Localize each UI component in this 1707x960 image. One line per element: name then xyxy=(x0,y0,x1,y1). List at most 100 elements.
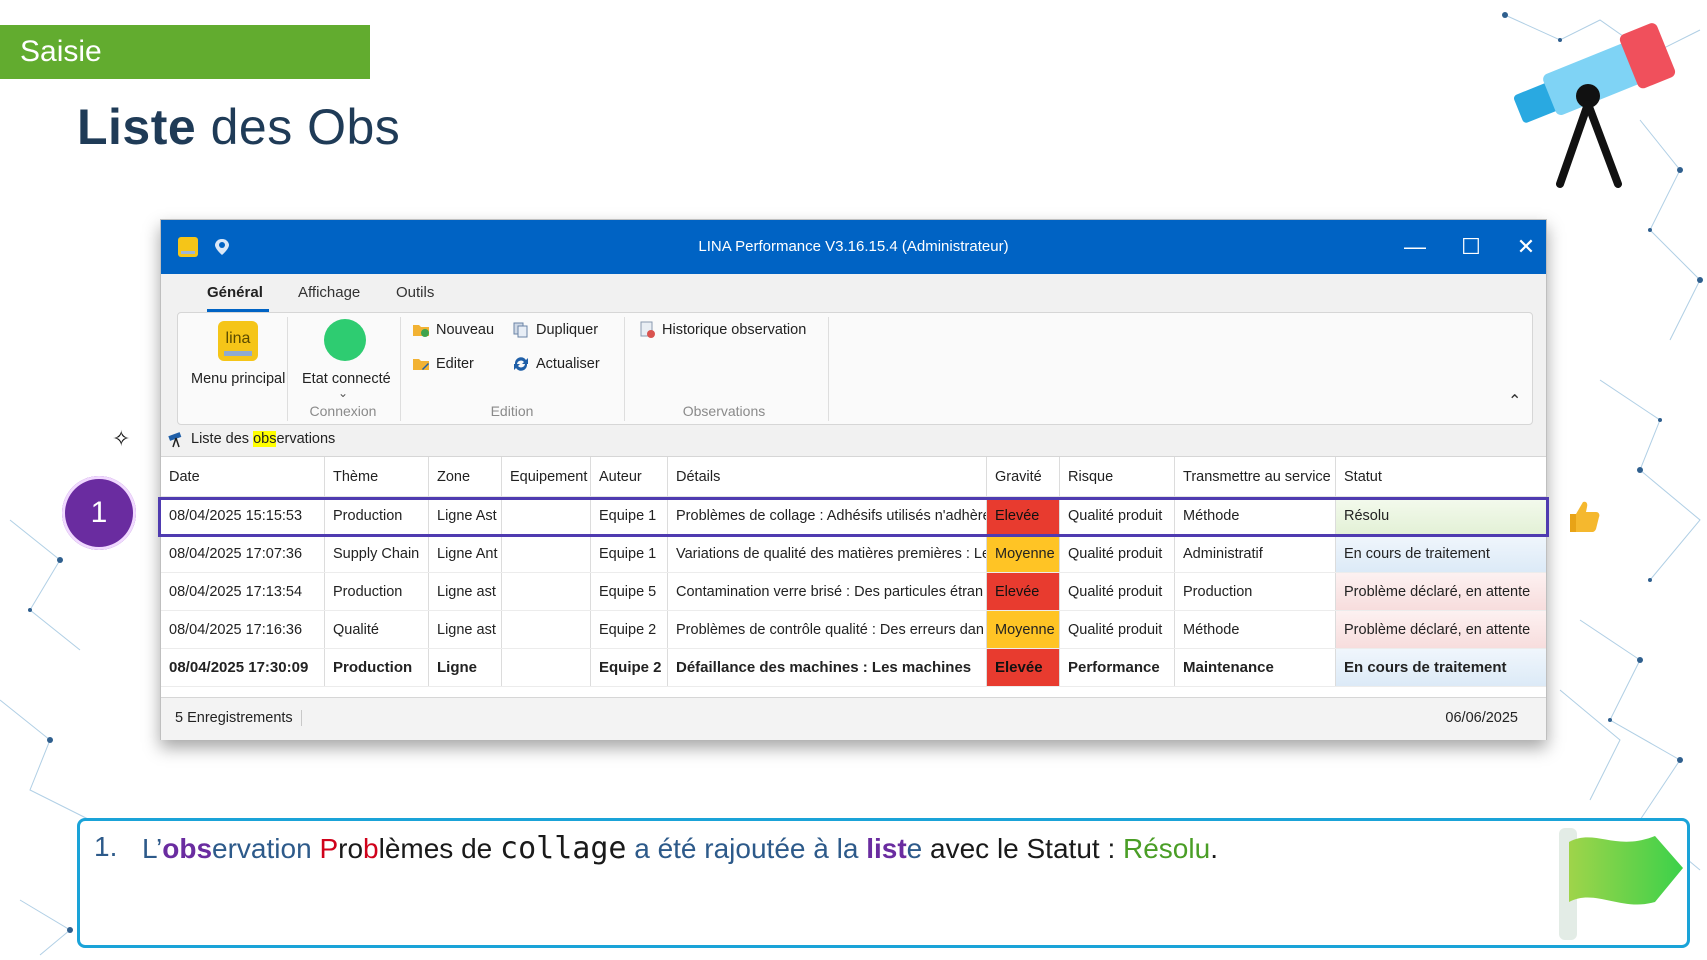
actualiser-button[interactable]: Actualiser xyxy=(512,355,600,373)
cell-date: 08/04/2025 17:13:54 xyxy=(161,573,325,610)
cell-theme: Production xyxy=(325,497,429,534)
cell-details: Défaillance des machines : Les machines xyxy=(668,649,987,686)
cell-service: Maintenance xyxy=(1175,649,1336,686)
thumbs-up-icon xyxy=(1570,501,1600,532)
col-header-equipement[interactable]: Equipement xyxy=(502,457,591,497)
group-label-connexion: Connexion xyxy=(309,403,377,419)
cell-details: Contamination verre brisé : Des particul… xyxy=(668,573,987,610)
dupliquer-label: Dupliquer xyxy=(536,322,599,338)
collapse-ribbon-button[interactable]: ⌃ xyxy=(1508,391,1521,411)
cell-equipement xyxy=(502,497,591,534)
editer-button[interactable]: Editer xyxy=(412,355,474,373)
observations-table: Date Thème Zone Equipement Auteur Détail… xyxy=(158,456,1549,693)
cell-theme: Production xyxy=(325,573,429,610)
tab-liste-observations[interactable]: Liste des observations xyxy=(167,428,335,450)
record-count: 5 Enregistrements xyxy=(175,710,302,726)
cell-risque: Qualité produit xyxy=(1060,497,1175,534)
col-header-statut[interactable]: Statut xyxy=(1336,457,1546,497)
slide-title: Liste des Obs xyxy=(77,99,401,155)
flag-icon xyxy=(1559,828,1683,940)
table-header-row: Date Thème Zone Equipement Auteur Détail… xyxy=(161,457,1546,497)
group-label-edition: Edition xyxy=(490,403,534,419)
tab-general[interactable]: Général xyxy=(207,284,263,301)
menu-principal-button[interactable]: Menu principal xyxy=(191,371,285,387)
cell-statut: Problème déclaré, en attente xyxy=(1336,611,1546,648)
nouveau-button[interactable]: Nouveau xyxy=(412,321,494,339)
historique-observation-button[interactable]: Historique observation xyxy=(638,321,806,339)
col-header-date[interactable]: Date xyxy=(161,457,325,497)
cell-zone: Ligne Ast xyxy=(429,497,502,534)
cell-date: 08/04/2025 17:07:36 xyxy=(161,535,325,572)
table-row[interactable]: 08/04/2025 17:13:54 Production Ligne ast… xyxy=(161,573,1546,611)
nouveau-label: Nouveau xyxy=(436,322,495,338)
section-tag: Saisie xyxy=(0,25,370,79)
app-window: LINA Performance V3.16.15.4 (Administrat… xyxy=(158,219,1549,740)
cell-statut: Résolu xyxy=(1336,497,1546,534)
cell-risque: Qualité produit xyxy=(1060,611,1175,648)
tab-outils[interactable]: Outils xyxy=(396,284,434,301)
lina-logo-icon[interactable]: lina xyxy=(216,319,260,363)
group-label-observations: Observations xyxy=(682,403,766,419)
col-header-risque[interactable]: Risque xyxy=(1060,457,1175,497)
editer-label: Editer xyxy=(436,356,474,372)
note-number: 1. xyxy=(94,831,118,862)
table-row[interactable]: 08/04/2025 17:07:36 Supply Chain Ligne A… xyxy=(161,535,1546,573)
col-header-auteur[interactable]: Auteur xyxy=(591,457,668,497)
cell-statut: En cours de traitement xyxy=(1336,535,1546,572)
connection-status-indicator xyxy=(324,319,366,361)
tab-affichage[interactable]: Affichage xyxy=(298,284,360,301)
cell-service: Administratif xyxy=(1175,535,1336,572)
cell-equipement xyxy=(502,535,591,572)
actualiser-label: Actualiser xyxy=(536,356,600,372)
cell-auteur: Equipe 1 xyxy=(591,535,668,572)
col-header-gravite[interactable]: Gravité xyxy=(987,457,1060,497)
cell-zone: Ligne ast xyxy=(429,611,502,648)
cell-details: Variations de qualité des matières premi… xyxy=(668,535,987,572)
cell-zone: Ligne ast xyxy=(429,573,502,610)
explanation-box: 1. L’observation Problèmes de collage a … xyxy=(77,818,1690,948)
cell-statut: En cours de traitement xyxy=(1336,649,1546,686)
telescope-icon xyxy=(1514,23,1676,188)
step-badge: 1 xyxy=(62,476,136,550)
title-bar: LINA Performance V3.16.15.4 (Administrat… xyxy=(161,220,1546,274)
note-text: L’observation Problèmes de collage a été… xyxy=(142,831,1218,866)
close-button[interactable]: ✕ xyxy=(1512,233,1540,261)
cell-gravite: Elevée xyxy=(987,649,1060,686)
logo-text: lina xyxy=(226,330,251,347)
chevron-down-icon[interactable]: ⌄ xyxy=(338,386,348,400)
col-header-service[interactable]: Transmettre au service xyxy=(1175,457,1336,497)
historique-label: Historique observation xyxy=(662,322,807,338)
table-row[interactable]: 08/04/2025 17:16:36 Qualité Ligne ast Eq… xyxy=(161,611,1546,649)
cell-auteur: Equipe 2 xyxy=(591,611,668,648)
list-tab-label: Liste des observations xyxy=(191,431,336,447)
col-header-details[interactable]: Détails xyxy=(668,457,987,497)
cell-theme: Supply Chain xyxy=(325,535,429,572)
cell-auteur: Equipe 5 xyxy=(591,573,668,610)
cell-details: Problèmes de collage : Adhésifs utilisés… xyxy=(668,497,987,534)
table-row[interactable]: 08/04/2025 17:30:09 Production Ligne Equ… xyxy=(161,649,1546,687)
window-title: LINA Performance V3.16.15.4 (Administrat… xyxy=(698,238,1009,255)
cell-auteur: Equipe 2 xyxy=(591,649,668,686)
cell-gravite: Elevée xyxy=(987,573,1060,610)
cell-date: 08/04/2025 15:15:53 xyxy=(161,497,325,534)
cell-theme: Production xyxy=(325,649,429,686)
cell-equipement xyxy=(502,649,591,686)
dupliquer-button[interactable]: Dupliquer xyxy=(512,321,598,339)
minimize-button[interactable]: — xyxy=(1401,233,1429,261)
table-row[interactable]: 08/04/2025 15:15:53 Production Ligne Ast… xyxy=(161,497,1546,535)
col-header-theme[interactable]: Thème xyxy=(325,457,429,497)
cell-service: Production xyxy=(1175,573,1336,610)
cell-statut: Problème déclaré, en attente xyxy=(1336,573,1546,610)
cell-gravite: Moyenne xyxy=(987,611,1060,648)
cell-zone: Ligne Ant xyxy=(429,535,502,572)
maximize-button[interactable]: ☐ xyxy=(1457,233,1485,261)
cell-date: 08/04/2025 17:30:09 xyxy=(161,649,325,686)
cell-date: 08/04/2025 17:16:36 xyxy=(161,611,325,648)
etat-connecte-button[interactable]: Etat connecté xyxy=(302,371,391,387)
status-date: 06/06/2025 xyxy=(1445,710,1518,726)
cell-details: Problèmes de contrôle qualité : Des erre… xyxy=(668,611,987,648)
cell-zone: Ligne xyxy=(429,649,502,686)
folder-edit-icon xyxy=(413,359,429,370)
folder-new-icon xyxy=(413,325,429,337)
col-header-zone[interactable]: Zone xyxy=(429,457,502,497)
